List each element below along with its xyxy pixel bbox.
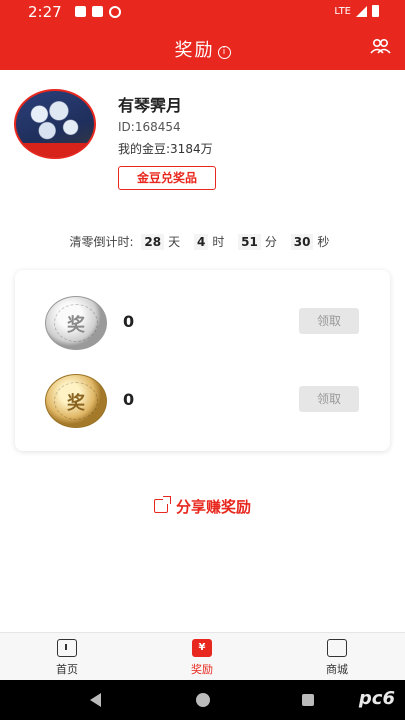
system-nav-bar: pc6 — [0, 680, 405, 720]
redeem-button[interactable]: 金豆兑奖品 — [118, 166, 216, 190]
page-title-text: 奖励 — [174, 40, 215, 61]
days-unit: 天 — [168, 235, 181, 249]
gold-balance: 我的金豆:3184万 — [118, 142, 213, 156]
recents-icon[interactable] — [302, 694, 314, 706]
info-icon[interactable]: i — [217, 46, 231, 59]
share-label: 分享赚奖励 — [175, 498, 251, 516]
countdown-seconds: 30 — [290, 234, 314, 250]
medal-glyph: 奖 — [67, 393, 85, 414]
network-type: LTE — [334, 5, 351, 17]
countdown-label: 清零倒计时: — [69, 235, 134, 249]
tab-mall[interactable]: 商城 — [297, 639, 377, 677]
countdown-hours: 4 — [193, 234, 209, 250]
user-id: ID:168454 — [118, 120, 181, 134]
tab-mall-label: 商城 — [326, 663, 348, 676]
minutes-unit: 分 — [264, 235, 277, 249]
tab-home-label: 首页 — [56, 663, 78, 676]
back-icon[interactable] — [90, 693, 101, 707]
countdown-minutes: 51 — [238, 234, 261, 250]
sd-card-icon — [75, 6, 86, 17]
tab-home[interactable]: 首页 — [27, 639, 107, 677]
share-reward-button[interactable]: 分享赚奖励 — [0, 496, 405, 517]
bottom-tab-bar: 首页 ¥ 奖励 商城 — [0, 632, 405, 681]
home-icon — [57, 639, 77, 657]
medal-glyph: 奖 — [67, 315, 85, 336]
signal-icon — [356, 5, 367, 17]
yuan-icon: ¥ — [192, 639, 212, 657]
reset-countdown: 清零倒计时: 28 天 4时 51 分 30 秒 — [0, 233, 405, 250]
gold-count: 0 — [123, 390, 135, 409]
tab-rewards-label: 奖励 — [191, 663, 213, 676]
hours-unit: 时 — [212, 235, 225, 249]
media-icon — [92, 6, 103, 17]
tab-rewards[interactable]: ¥ 奖励 — [162, 639, 242, 677]
seconds-unit: 秒 — [317, 235, 330, 249]
status-bar: 2:27 LTE — [0, 0, 405, 24]
claim-silver-button[interactable]: 领取 — [299, 308, 359, 334]
gold-medal-icon: 奖 — [45, 374, 107, 428]
user-name: 有琴霁月 — [118, 96, 183, 115]
share-icon — [153, 496, 171, 513]
shopping-bag-icon — [327, 639, 347, 657]
watermark-logo: pc6 — [358, 688, 395, 709]
silver-medal-icon: 奖 — [45, 296, 107, 350]
reward-row-silver: 奖 0 领取 — [15, 296, 390, 356]
group-icon[interactable] — [369, 37, 391, 59]
battery-icon — [372, 5, 379, 17]
status-right: LTE — [334, 5, 379, 17]
home-button-icon[interactable] — [196, 693, 210, 707]
countdown-days: 28 — [141, 234, 165, 250]
app-header: 奖励 i — [0, 24, 405, 70]
status-time: 2:27 — [28, 3, 62, 21]
reward-row-gold: 奖 0 领取 — [15, 374, 390, 434]
rewards-card: 奖 0 领取 奖 0 领取 — [15, 270, 390, 451]
avatar[interactable] — [14, 89, 96, 159]
silver-count: 0 — [123, 312, 135, 331]
claim-gold-button[interactable]: 领取 — [299, 386, 359, 412]
page-title: 奖励 i — [0, 36, 405, 62]
sync-icon — [109, 6, 121, 18]
status-notification-icons — [75, 6, 121, 18]
